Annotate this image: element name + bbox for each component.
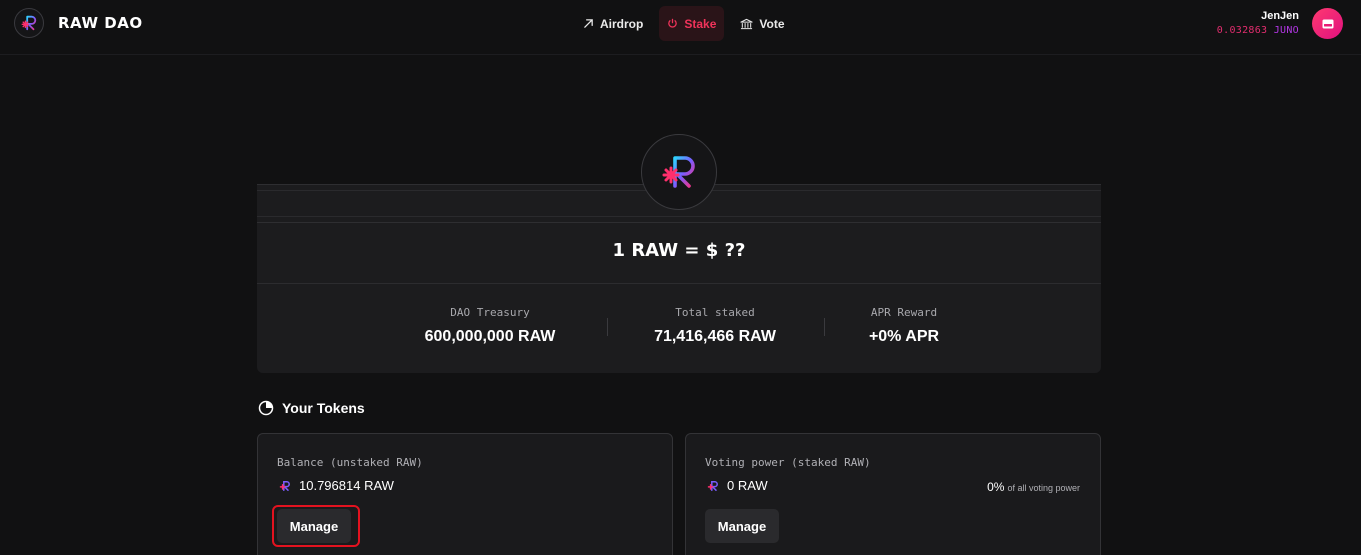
nav-vote[interactable]: Vote [732,6,792,41]
wallet-avatar[interactable] [1312,8,1343,39]
hero-logo-icon [641,134,717,210]
nav-airdrop-label: Airdrop [600,16,644,31]
nav-airdrop[interactable]: Airdrop [575,6,651,41]
stat-apr-value: +0% APR [868,328,940,345]
nav-stake[interactable]: Stake [659,6,725,41]
stat-apr: APR Reward +0% APR [829,306,979,346]
nav-vote-label: Vote [759,16,785,31]
manage-voting-button[interactable]: Manage [705,509,779,543]
user-balance-amount: 0.032863 [1216,25,1268,36]
stat-separator [824,318,825,336]
user-balance: 0.032863 JUNO [1217,25,1299,36]
stat-treasury-value: 600,000,000 RAW [424,328,556,345]
user-balance-unit: JUNO [1273,25,1299,36]
voting-amount-row: 0 RAW [707,478,768,493]
stat-treasury-label: DAO Treasury [450,306,530,319]
brand[interactable]: RAW DAO [14,8,143,38]
balance-card: Balance (unstaked RAW) 10.796814 RAW Man… [257,433,673,555]
stat-separator [607,318,608,336]
bank-icon [740,18,753,29]
your-tokens-label: Your Tokens [282,400,365,416]
raw-logo-icon [14,8,44,38]
manage-balance-button[interactable]: Manage [277,509,351,543]
voting-power-label: Voting power (staked RAW) [705,456,871,469]
voting-power-card: Voting power (staked RAW) 0 RAW 0% of all… [685,433,1101,555]
raw-token-icon [707,480,718,491]
balance-label: Balance (unstaked RAW) [277,456,423,469]
voting-power-amount: 0 RAW [727,478,768,493]
your-tokens-title: Your Tokens [258,400,365,416]
stat-staked-value: 71,416,466 RAW [654,328,776,345]
voting-percent-value: 0% [987,480,1005,494]
wallet-icon [1322,19,1333,28]
brand-name: RAW DAO [58,14,143,32]
raw-price: 1 RAW = $ ?? [612,240,746,261]
stat-staked-label: Total staked [675,306,755,319]
stats-card: 1 RAW = $ ?? DAO Treasury 600,000,000 RA… [257,184,1101,373]
nav-stake-label: Stake [684,16,717,31]
arrow-up-right-icon [584,19,593,28]
power-icon [668,18,678,28]
user-info[interactable]: JenJen 0.032863 JUNO [1217,10,1299,36]
stat-staked: Total staked 71,416,466 RAW [640,306,790,346]
balance-amount: 10.796814 RAW [299,478,394,493]
stat-apr-label: APR Reward [870,306,938,319]
balance-amount-row: 10.796814 RAW [279,478,394,493]
raw-token-icon [279,480,290,491]
pie-chart-icon [258,400,274,416]
divider [257,283,1101,284]
user-name: JenJen [1261,10,1299,22]
voting-percent-suffix: of all voting power [1007,483,1080,493]
top-header: RAW DAO Airdrop Stake Vote JenJen 0.0328… [0,0,1361,55]
main-nav: Airdrop Stake Vote [575,6,793,41]
voting-power-percent: 0% of all voting power [987,480,1080,494]
stat-treasury: DAO Treasury 600,000,000 RAW [415,306,565,346]
